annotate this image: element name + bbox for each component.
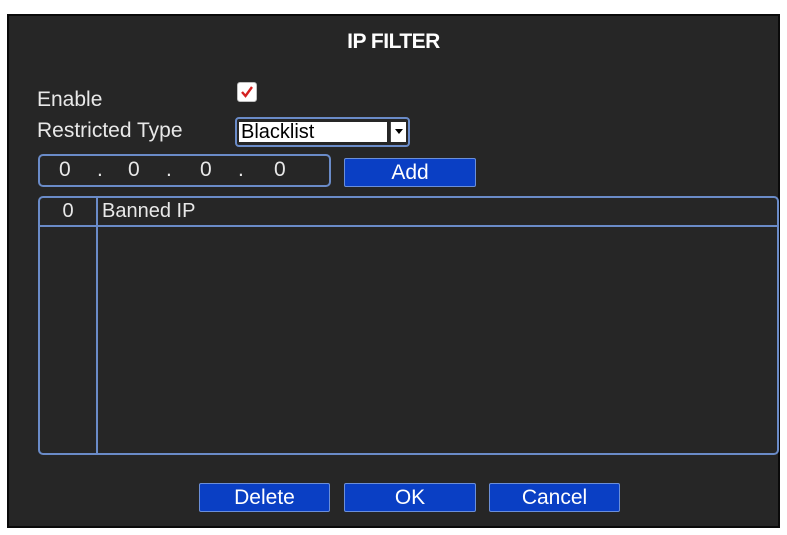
restricted-type-select[interactable]: Blacklist	[235, 117, 410, 147]
cancel-button[interactable]: Cancel	[489, 483, 620, 512]
ip-separator: .	[238, 158, 244, 181]
checkmark-icon	[241, 86, 253, 98]
ip-filter-dialog: IP FILTER Enable Restricted Type Blackli…	[7, 14, 780, 528]
dropdown-arrow-icon[interactable]	[390, 122, 406, 142]
dialog-title: IP FILTER	[347, 30, 440, 53]
delete-button[interactable]: Delete	[199, 483, 330, 512]
ip-octet-4[interactable]: 0	[274, 158, 286, 182]
restricted-type-label: Restricted Type	[37, 119, 183, 142]
banned-ip-column-header: Banned IP	[102, 200, 196, 222]
enable-label: Enable	[37, 88, 103, 111]
banned-ip-count: 0	[62, 200, 74, 222]
ip-separator: .	[97, 158, 103, 181]
enable-checkbox[interactable]	[237, 82, 257, 102]
ip-octet-2[interactable]: 0	[128, 158, 140, 182]
ip-address-input[interactable]: 0 . 0 . 0 . 0	[38, 154, 331, 187]
list-header-divider	[40, 225, 777, 227]
banned-ip-list[interactable]: 0 Banned IP	[38, 196, 779, 455]
list-column-divider	[96, 198, 98, 453]
ok-button[interactable]: OK	[344, 483, 476, 512]
ip-separator: .	[166, 158, 172, 181]
add-button[interactable]: Add	[344, 158, 476, 187]
ip-octet-3[interactable]: 0	[200, 158, 212, 182]
restricted-type-value: Blacklist	[239, 122, 387, 142]
ip-octet-1[interactable]: 0	[59, 158, 71, 182]
